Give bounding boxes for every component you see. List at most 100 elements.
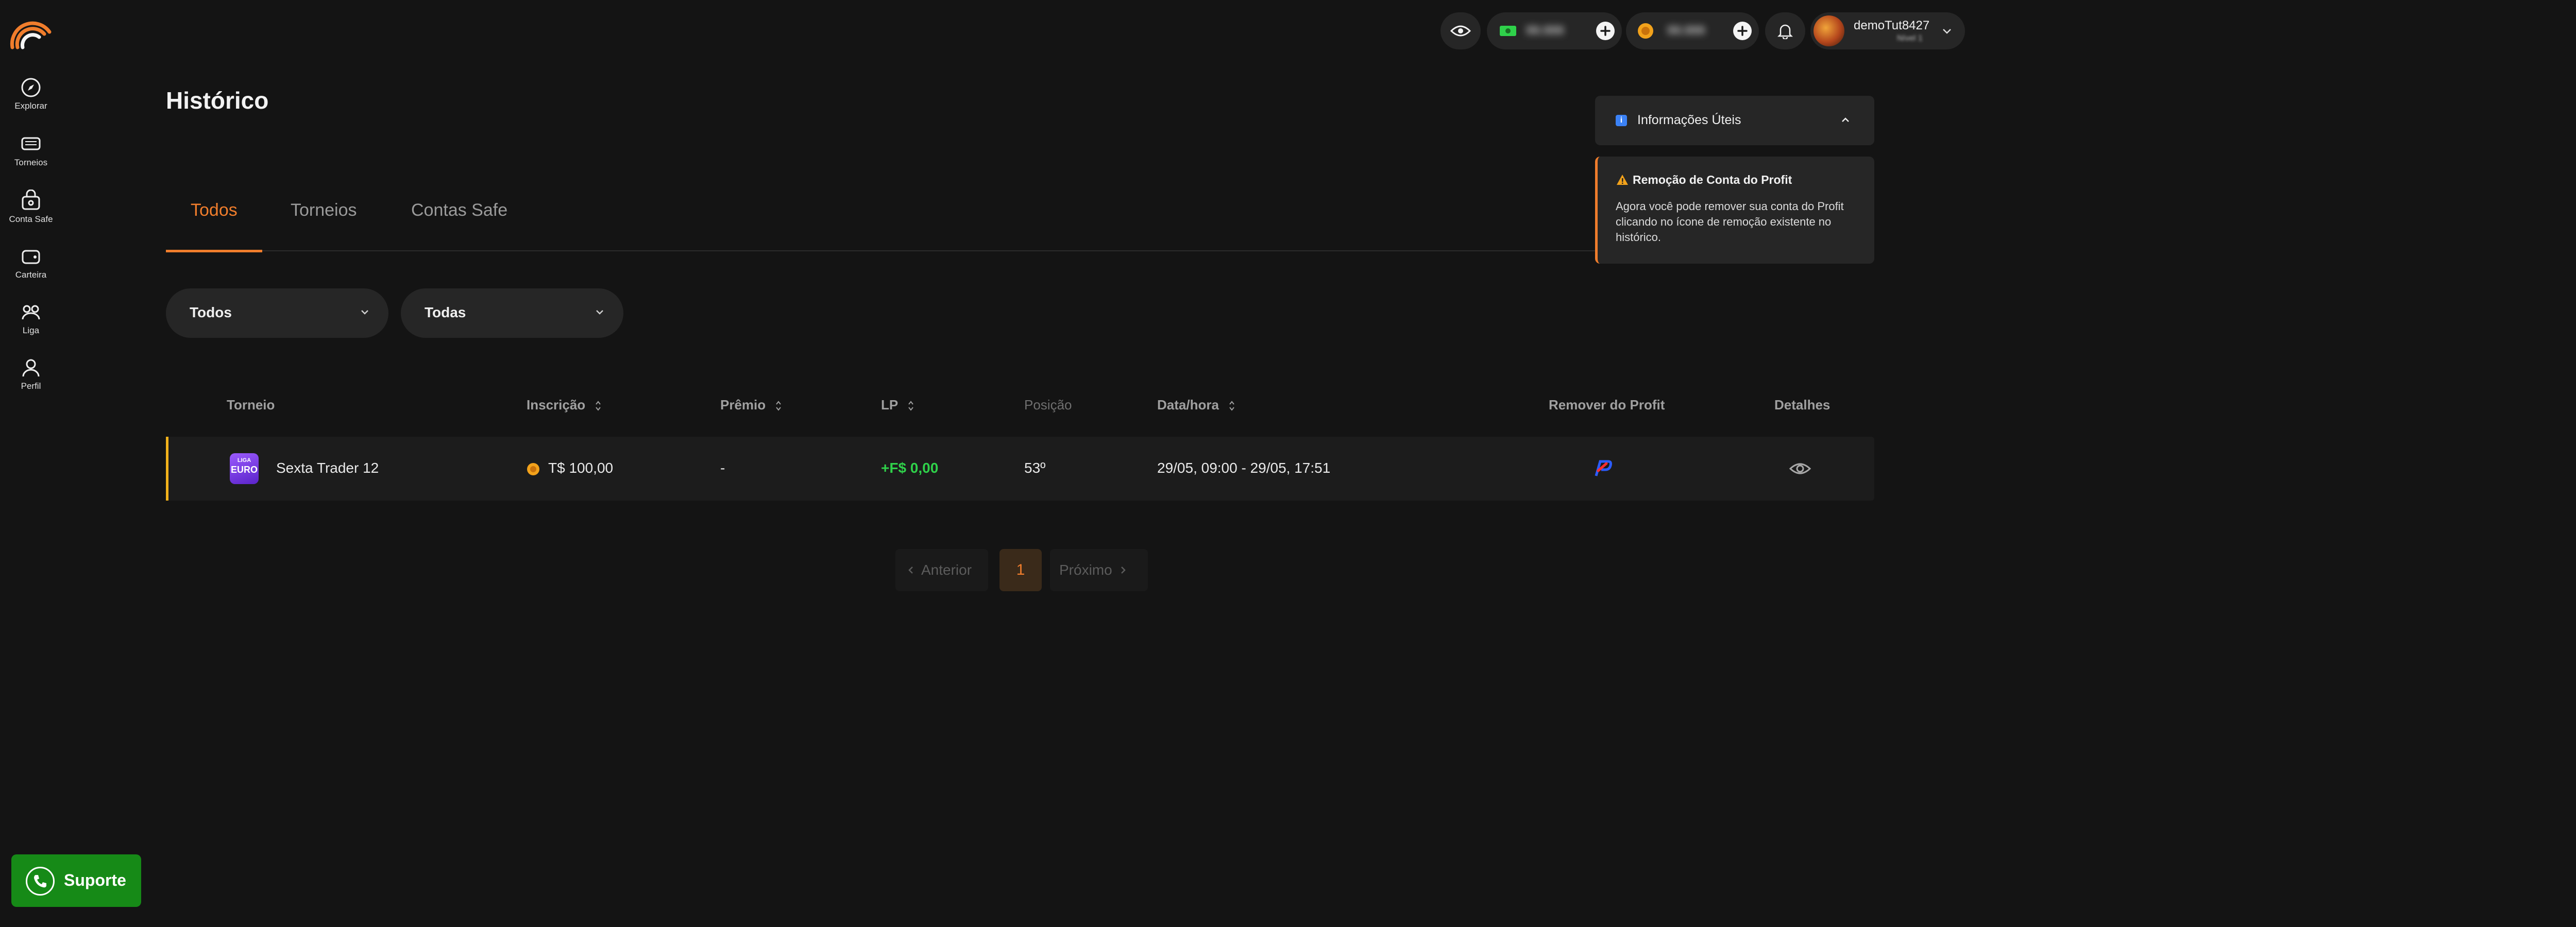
- tab-label: Torneios: [291, 200, 357, 220]
- sidebar-item-liga[interactable]: Liga: [0, 302, 62, 336]
- badge-top-text: LIGA: [237, 457, 251, 464]
- view-details-button[interactable]: [1789, 458, 1811, 479]
- notifications-button[interactable]: [1765, 12, 1805, 49]
- header-label: Inscrição: [527, 397, 586, 413]
- type-filter-select[interactable]: Todos: [166, 288, 388, 338]
- tab-torneios[interactable]: Torneios: [266, 196, 382, 251]
- bell-icon: [1777, 24, 1793, 39]
- column-header-remover: Remover do Profit: [1549, 397, 1665, 413]
- tab-label: Contas Safe: [411, 200, 508, 220]
- support-button[interactable]: Suporte: [11, 854, 141, 907]
- compass-icon: [21, 78, 41, 97]
- wallet-icon: [22, 250, 40, 264]
- datetime-value: 29/05, 09:00 - 29/05, 17:51: [1157, 460, 1331, 476]
- sort-icon: [908, 401, 913, 411]
- info-icon: i: [1616, 115, 1627, 126]
- sort-icon: [1229, 401, 1234, 411]
- coin-icon: [1638, 23, 1653, 39]
- eye-icon: [1450, 25, 1471, 37]
- add-cash-button[interactable]: [1596, 22, 1615, 40]
- brand-logo[interactable]: [9, 11, 53, 49]
- username: demoTut8427: [1854, 19, 1930, 32]
- user-menu[interactable]: demoTut8427 Nível 1: [1810, 12, 1965, 49]
- row-marker: [166, 437, 168, 501]
- tab-label: Todos: [191, 200, 238, 220]
- header-label: Detalhes: [1774, 397, 1831, 413]
- sort-icon: [596, 401, 601, 411]
- plus-icon: [1737, 26, 1748, 36]
- pagination-next-label: Próximo: [1059, 562, 1112, 578]
- sidebar: Explorar Torneios Conta Safe Carteira Li…: [0, 0, 62, 927]
- user-icon: [22, 359, 40, 377]
- column-header-posicao: Posição: [1024, 397, 1072, 413]
- info-panel-title: Informações Úteis: [1637, 113, 1741, 127]
- pagination-prev-button[interactable]: Anterior: [895, 549, 988, 591]
- page-number: 1: [1016, 561, 1025, 578]
- tab-contas-safe[interactable]: Contas Safe: [386, 196, 532, 251]
- pagination-next-button[interactable]: Próximo: [1050, 549, 1148, 591]
- safe-account-icon: [22, 190, 40, 210]
- chevron-left-icon: [908, 566, 913, 574]
- phone-icon: [26, 867, 55, 896]
- sort-icon: [776, 401, 782, 411]
- avatar: [1814, 15, 1844, 46]
- chevron-down-icon: [596, 310, 603, 315]
- plus-icon: [1600, 26, 1611, 36]
- sidebar-item-label: Explorar: [14, 101, 47, 111]
- select-value: Todos: [190, 304, 232, 320]
- pagination-page-1[interactable]: 1: [999, 549, 1042, 591]
- sidebar-item-label: Torneios: [14, 158, 48, 167]
- sidebar-item-perfil[interactable]: Perfil: [0, 357, 62, 391]
- column-header-datahora[interactable]: Data/hora: [1157, 397, 1235, 413]
- tournament-icon: [21, 137, 41, 150]
- add-coin-button[interactable]: [1733, 22, 1752, 40]
- history-tabs: Todos Torneios Contas Safe: [166, 196, 1601, 252]
- position-value: 53º: [1024, 460, 1046, 476]
- coin-balance-value: 99.999: [1667, 24, 1705, 38]
- useful-info-toggle[interactable]: i Informações Úteis: [1595, 96, 1874, 145]
- header-label: Prêmio: [720, 397, 766, 413]
- column-header-lp[interactable]: LP: [881, 397, 914, 413]
- header-label: Data/hora: [1157, 397, 1219, 413]
- cash-balance-pill: 99.999: [1487, 12, 1622, 49]
- page-title: Histórico: [166, 87, 269, 114]
- info-card-text: Agora você pode remover sua conta do Pro…: [1616, 199, 1844, 245]
- header-label: Remover do Profit: [1549, 397, 1665, 413]
- column-header-torneio: Torneio: [227, 397, 275, 413]
- pagination-prev-label: Anterior: [921, 562, 972, 578]
- cash-balance-value: 99.999: [1526, 24, 1564, 38]
- prize-value: -: [720, 460, 725, 476]
- sidebar-item-carteira[interactable]: Carteira: [0, 246, 62, 280]
- header-label: Torneio: [227, 397, 275, 413]
- profit-remove-icon: [1595, 460, 1612, 476]
- chevron-down-icon: [361, 310, 368, 315]
- sidebar-item-conta-safe[interactable]: Conta Safe: [0, 190, 62, 225]
- info-card-line: clicando no ícone de remoção existente n…: [1616, 215, 1832, 228]
- status-filter-select[interactable]: Todas: [401, 288, 623, 338]
- select-value: Todas: [425, 304, 466, 320]
- sidebar-item-torneios[interactable]: Torneios: [0, 134, 62, 168]
- column-header-inscricao[interactable]: Inscrição: [527, 397, 601, 413]
- tournament-badge: LIGA EURO: [230, 453, 259, 484]
- remove-from-profit-button[interactable]: [1591, 457, 1614, 480]
- sidebar-item-label: Carteira: [15, 270, 47, 280]
- badge-main-text: EURO: [230, 465, 258, 475]
- column-header-detalhes: Detalhes: [1774, 397, 1830, 413]
- chevron-up-icon: [1842, 117, 1849, 122]
- toggle-visibility-button[interactable]: [1440, 12, 1481, 49]
- tab-todos[interactable]: Todos: [166, 196, 262, 252]
- sidebar-item-label: Perfil: [21, 381, 41, 391]
- support-label: Suporte: [64, 871, 126, 889]
- sidebar-item-explorar[interactable]: Explorar: [0, 77, 62, 111]
- info-card: Remoção de Conta do Profit Agora você po…: [1595, 157, 1874, 264]
- lp-value: +F$ 0,00: [881, 460, 939, 476]
- sidebar-item-label: Liga: [22, 325, 40, 335]
- warning-icon: [1617, 175, 1628, 185]
- tournament-name[interactable]: Sexta Trader 12: [276, 460, 379, 476]
- info-card-title: Remoção de Conta do Profit: [1633, 173, 1792, 186]
- entry-fee: T$ 100,00: [548, 460, 614, 476]
- column-header-premio[interactable]: Prêmio: [720, 397, 782, 413]
- table-row[interactable]: LIGA EURO Sexta Trader 12 T$ 100,00 - +F…: [166, 437, 1874, 501]
- chevron-down-icon: [1943, 29, 1951, 34]
- app-root: Explorar Torneios Conta Safe Carteira Li…: [0, 0, 2576, 927]
